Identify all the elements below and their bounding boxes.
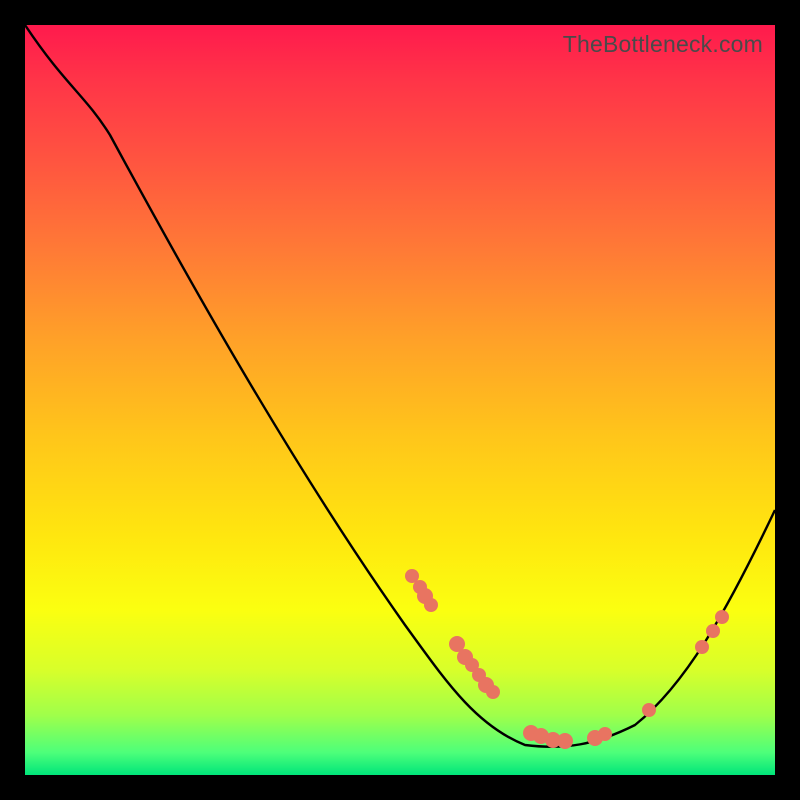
bottleneck-curve <box>25 25 775 747</box>
chart-svg <box>25 25 775 775</box>
marker-group <box>405 569 729 749</box>
data-marker <box>715 610 729 624</box>
data-marker <box>424 598 438 612</box>
chart-area: TheBottleneck.com <box>25 25 775 775</box>
data-marker <box>706 624 720 638</box>
data-marker <box>695 640 709 654</box>
data-marker <box>598 727 612 741</box>
data-marker <box>486 685 500 699</box>
data-marker <box>642 703 656 717</box>
data-marker <box>557 733 573 749</box>
